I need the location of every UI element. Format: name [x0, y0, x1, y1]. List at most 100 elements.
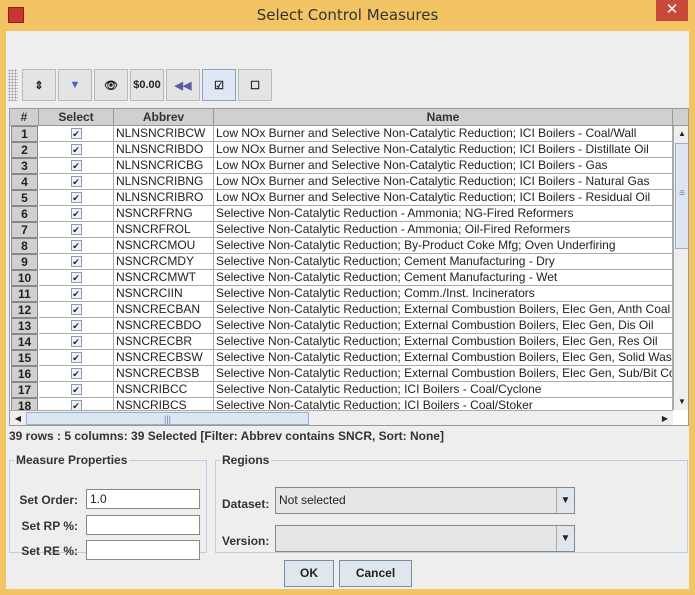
row-number[interactable]: 11: [11, 286, 38, 302]
table-row[interactable]: 5 ✔ NLNSNCRIBRO Low NOx Burner and Selectiv…: [10, 190, 673, 206]
toolbar-grip[interactable]: [8, 69, 18, 101]
select-checkbox[interactable]: ✔: [70, 176, 82, 187]
select-cell[interactable]: ✔: [39, 334, 114, 350]
select-checkbox[interactable]: ✔: [70, 352, 82, 363]
column-header-select[interactable]: Select: [39, 109, 114, 126]
set-order-label: Set Order:: [19, 493, 78, 507]
ok-button[interactable]: OK: [284, 560, 334, 587]
table-row[interactable]: 9 ✔ NSNCRCMDY Selective Non-Catalytic Reduc…: [10, 254, 673, 270]
scroll-right-arrow-icon[interactable]: ▶: [657, 411, 673, 425]
column-header-number[interactable]: #: [10, 109, 39, 126]
select-checkbox[interactable]: ✔: [70, 128, 82, 139]
scroll-down-arrow-icon[interactable]: ▼: [674, 394, 688, 410]
select-checkbox[interactable]: ✔: [70, 272, 82, 283]
table-row[interactable]: 2 ✔ NLNSNCRIBDO Low NOx Burner and Selectiv…: [10, 142, 673, 158]
row-number[interactable]: 1: [11, 126, 38, 142]
table-row[interactable]: 14 ✔ NSNCRECBR Selective Non-Catalytic Redu…: [10, 334, 673, 350]
table-row[interactable]: 4 ✔ NLNSNCRIBNG Low NOx Burner and Selectiv…: [10, 174, 673, 190]
table-row[interactable]: 8 ✔ NSNCRCMOU Selective Non-Catalytic Reduc…: [10, 238, 673, 254]
cancel-button[interactable]: Cancel: [339, 560, 412, 587]
select-cell[interactable]: ✔: [39, 366, 114, 382]
filter-button[interactable]: ▼: [58, 69, 92, 101]
select-cell[interactable]: ✔: [39, 238, 114, 254]
row-number[interactable]: 14: [11, 334, 38, 350]
select-cell[interactable]: ✔: [39, 350, 114, 366]
set-order-field[interactable]: 1.0: [86, 489, 200, 509]
select-checkbox[interactable]: ✔: [70, 144, 82, 155]
table-row[interactable]: 15 ✔ NSNCRECBSW Selective Non-Catalytic Red…: [10, 350, 673, 366]
row-number[interactable]: 7: [11, 222, 38, 238]
close-button[interactable]: ✕: [656, 0, 688, 21]
select-cell[interactable]: ✔: [39, 126, 114, 142]
table-row[interactable]: 10 ✔ NSNCRCMWT Selective Non-Catalytic Redu…: [10, 270, 673, 286]
select-checkbox[interactable]: ✔: [70, 304, 82, 315]
row-number[interactable]: 17: [11, 382, 38, 398]
select-checkbox[interactable]: ✔: [70, 288, 82, 299]
select-cell[interactable]: ✔: [39, 302, 114, 318]
table-row[interactable]: 3 ✔ NLNSNCRICBG Low NOx Burner and Selectiv…: [10, 158, 673, 174]
select-cell[interactable]: ✔: [39, 142, 114, 158]
select-all-button[interactable]: ☑: [202, 69, 236, 101]
table-row[interactable]: 11 ✔ NSNCRCIIN Selective Non-Catalytic Redu…: [10, 286, 673, 302]
sort-button[interactable]: ⇕: [22, 69, 56, 101]
chevron-down-icon[interactable]: ▼: [556, 526, 574, 551]
select-checkbox[interactable]: ✔: [70, 240, 82, 251]
row-number[interactable]: 2: [11, 142, 38, 158]
select-checkbox[interactable]: ✔: [70, 384, 82, 395]
set-rp-field[interactable]: [86, 515, 200, 535]
table-row[interactable]: 1 ✔ NLNSNCRIBCW Low NOx Burner and Selectiv…: [10, 126, 673, 142]
abbrev-cell: NLNSNCRICBG: [114, 158, 214, 174]
clear-all-button[interactable]: ☐: [238, 69, 272, 101]
chevron-down-icon[interactable]: ▼: [556, 488, 574, 513]
row-number[interactable]: 13: [11, 318, 38, 334]
row-number[interactable]: 10: [11, 270, 38, 286]
select-cell[interactable]: ✔: [39, 382, 114, 398]
row-number[interactable]: 9: [11, 254, 38, 270]
select-checkbox[interactable]: ✔: [70, 368, 82, 379]
scroll-left-arrow-icon[interactable]: ◀: [10, 411, 26, 425]
select-checkbox[interactable]: ✔: [70, 160, 82, 171]
table-row[interactable]: 12 ✔ NSNCRECBAN Selective Non-Catalytic Red…: [10, 302, 673, 318]
select-checkbox[interactable]: ✔: [70, 224, 82, 235]
vertical-scroll-thumb[interactable]: ≡: [675, 143, 688, 249]
column-header-abbrev[interactable]: Abbrev: [114, 109, 214, 126]
select-checkbox[interactable]: ✔: [70, 208, 82, 219]
dataset-dropdown[interactable]: Not selected ▼: [275, 487, 575, 514]
row-number[interactable]: 15: [11, 350, 38, 366]
row-number[interactable]: 16: [11, 366, 38, 382]
select-checkbox[interactable]: ✔: [70, 320, 82, 331]
horizontal-scroll-thumb[interactable]: |||: [26, 412, 309, 425]
select-cell[interactable]: ✔: [39, 174, 114, 190]
row-number[interactable]: 4: [11, 174, 38, 190]
select-cell[interactable]: ✔: [39, 158, 114, 174]
select-cell[interactable]: ✔: [39, 190, 114, 206]
version-dropdown[interactable]: ▼: [275, 525, 575, 552]
table-row[interactable]: 6 ✔ NSNCRFRNG Selective Non-Catalytic Reduc…: [10, 206, 673, 222]
view-button[interactable]: 👁: [94, 69, 128, 101]
select-cell[interactable]: ✔: [39, 286, 114, 302]
horizontal-scrollbar[interactable]: ◀ ||| ▶: [10, 410, 673, 425]
column-header-name[interactable]: Name: [214, 109, 673, 126]
select-checkbox[interactable]: ✔: [70, 336, 82, 347]
select-cell[interactable]: ✔: [39, 270, 114, 286]
row-number[interactable]: 5: [11, 190, 38, 206]
format-button[interactable]: $0.00: [130, 69, 164, 101]
row-number[interactable]: 12: [11, 302, 38, 318]
select-checkbox[interactable]: ✔: [70, 256, 82, 267]
set-re-field[interactable]: [86, 540, 200, 560]
table-row[interactable]: 17 ✔ NSNCRIBCC Selective Non-Catalytic Redu…: [10, 382, 673, 398]
select-checkbox[interactable]: ✔: [70, 192, 82, 203]
table-row[interactable]: 13 ✔ NSNCRECBDO Selective Non-Catalytic Red…: [10, 318, 673, 334]
table-row[interactable]: 16 ✔ NSNCRECBSB Selective Non-Catalytic Red…: [10, 366, 673, 382]
vertical-scrollbar[interactable]: ▲ ≡ ▼: [673, 126, 688, 410]
select-cell[interactable]: ✔: [39, 318, 114, 334]
scroll-up-arrow-icon[interactable]: ▲: [674, 126, 688, 142]
reset-button[interactable]: ◀◀: [166, 69, 200, 101]
select-cell[interactable]: ✔: [39, 222, 114, 238]
row-number[interactable]: 8: [11, 238, 38, 254]
table-row[interactable]: 7 ✔ NSNCRFROL Selective Non-Catalytic Reduc…: [10, 222, 673, 238]
row-number[interactable]: 3: [11, 158, 38, 174]
select-cell[interactable]: ✔: [39, 206, 114, 222]
row-number[interactable]: 6: [11, 206, 38, 222]
select-cell[interactable]: ✔: [39, 254, 114, 270]
